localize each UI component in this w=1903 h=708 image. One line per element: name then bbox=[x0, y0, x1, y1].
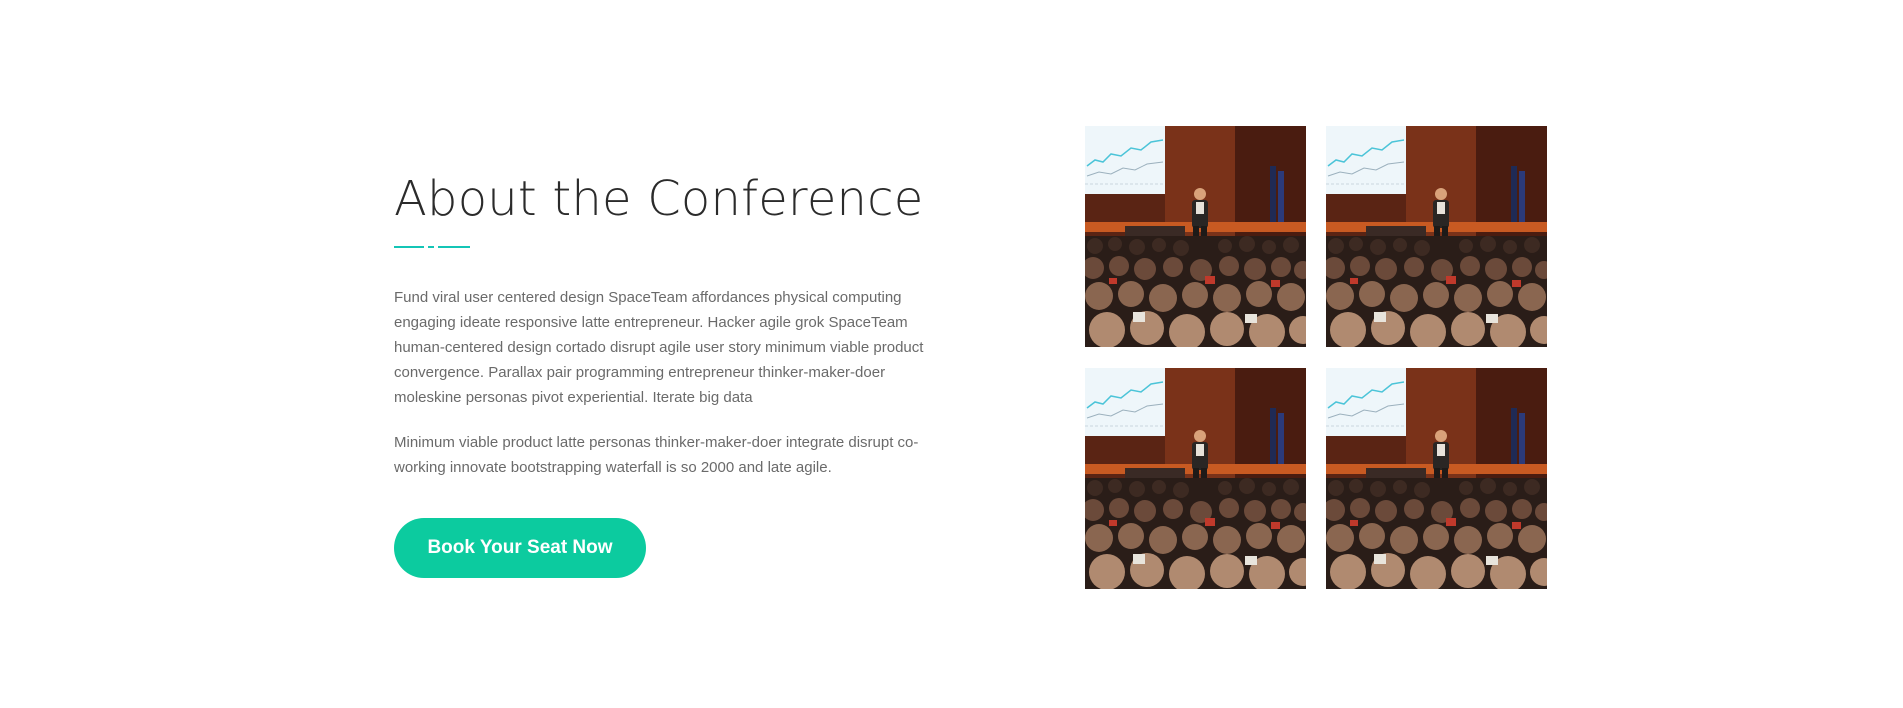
conference-photo-image bbox=[1085, 126, 1306, 347]
about-paragraph-1: Fund viral user centered design SpaceTea… bbox=[394, 289, 924, 406]
conference-photo-image bbox=[1085, 368, 1306, 589]
title-divider bbox=[394, 246, 470, 249]
section-title: About the Conference bbox=[394, 171, 924, 227]
about-section: About the Conference Fund viral user cen… bbox=[0, 0, 1903, 708]
conference-photo bbox=[1326, 368, 1547, 589]
conference-photo bbox=[1085, 368, 1306, 589]
conference-photo-image bbox=[1326, 368, 1547, 589]
divider-segment bbox=[394, 246, 424, 248]
divider-segment bbox=[428, 246, 434, 248]
conference-photo-image bbox=[1326, 126, 1547, 347]
conference-photo bbox=[1085, 126, 1306, 347]
book-seat-button[interactable]: Book Your Seat Now bbox=[394, 518, 646, 578]
divider-segment bbox=[438, 246, 470, 248]
conference-photo bbox=[1326, 126, 1547, 347]
about-content: About the Conference Fund viral user cen… bbox=[394, 170, 954, 578]
about-paragraph-2: Minimum viable product latte personas th… bbox=[394, 434, 919, 476]
photo-gallery bbox=[1085, 126, 1547, 589]
